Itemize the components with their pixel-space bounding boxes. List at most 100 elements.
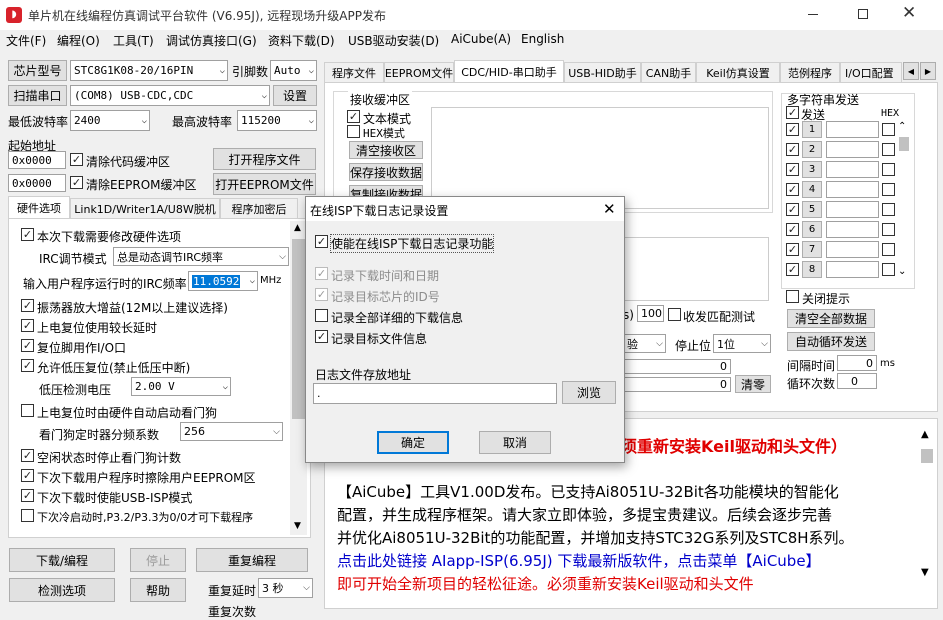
clear-code-checkbox[interactable]: ✓ xyxy=(70,153,83,166)
row-send-checkbox[interactable]: ✓ xyxy=(786,223,799,236)
row-hex-checkbox[interactable] xyxy=(882,163,895,176)
row-hex-checkbox[interactable] xyxy=(882,243,895,256)
interval-input[interactable]: 0 xyxy=(837,355,877,371)
eeprom-address-input[interactable]: 0x0000 xyxy=(8,174,66,192)
port-select[interactable]: (COM8) USB-CDC,CDC ⌵ xyxy=(70,85,270,106)
row-string-input[interactable] xyxy=(826,141,879,158)
record-detail-checkbox[interactable] xyxy=(315,309,328,322)
max-baud-select[interactable]: 115200 ⌵ xyxy=(237,110,317,131)
pins-select[interactable]: Auto ⌵ xyxy=(270,60,317,81)
ok-button[interactable]: 确定 xyxy=(377,431,449,454)
scroll-up-icon[interactable]: ⌃ xyxy=(898,121,906,132)
scroll-up-icon[interactable]: ▲ xyxy=(921,429,929,440)
row-string-input[interactable] xyxy=(826,241,879,258)
news-scrollbar[interactable]: ▲ ▼ xyxy=(917,419,937,608)
tab-io-config[interactable]: I/O口配置 xyxy=(840,62,902,82)
clear-count-button[interactable]: 清零 xyxy=(735,375,771,393)
scroll-up-icon[interactable]: ▲ xyxy=(294,223,301,233)
record-time-checkbox[interactable]: ✓ xyxy=(315,267,328,280)
tab-usb-hid[interactable]: USB-HID助手 xyxy=(564,62,641,82)
hex-mode-checkbox[interactable] xyxy=(347,125,360,138)
irc-mode-select[interactable]: 总是动态调节IRC频率 ⌵ xyxy=(113,247,289,266)
scroll-down-icon[interactable]: ⌄ xyxy=(898,266,906,277)
browse-button[interactable]: 浏览 xyxy=(562,381,616,404)
row-send-checkbox[interactable]: ✓ xyxy=(786,143,799,156)
clear-recv-button[interactable]: 清空接收区 xyxy=(349,141,423,159)
row-hex-checkbox[interactable] xyxy=(882,263,895,276)
chip-select[interactable]: STC8G1K08-20/16PIN ⌵ xyxy=(70,60,228,81)
opt-long-delay-checkbox[interactable]: ✓ xyxy=(21,319,34,332)
tab-program-file[interactable]: 程序文件 xyxy=(324,62,384,82)
row-send-checkbox[interactable]: ✓ xyxy=(786,243,799,256)
record-id-checkbox[interactable]: ✓ xyxy=(315,288,328,301)
close-tip-checkbox[interactable] xyxy=(786,290,799,303)
tab-keil-sim[interactable]: Keil仿真设置 xyxy=(696,62,780,82)
row-send-button[interactable]: 3 xyxy=(802,161,822,178)
log-path-input[interactable]: . xyxy=(313,383,557,404)
min-baud-select[interactable]: 2400 ⌵ xyxy=(70,110,150,131)
row-string-input[interactable] xyxy=(826,161,879,178)
tab-scroll-left-icon[interactable]: ◀ xyxy=(903,62,919,80)
row-hex-checkbox[interactable] xyxy=(882,123,895,136)
row-send-button[interactable]: 6 xyxy=(802,221,822,238)
chip-type-button[interactable]: 芯片型号 xyxy=(8,60,67,81)
check-options-button[interactable]: 检测选项 xyxy=(9,578,115,602)
menu-english[interactable]: English xyxy=(521,32,564,46)
scan-port-button[interactable]: 扫描串口 xyxy=(8,85,67,106)
row-string-input[interactable] xyxy=(826,221,879,238)
dialog-close-icon[interactable]: ✕ xyxy=(603,200,616,218)
row-hex-checkbox[interactable] xyxy=(882,223,895,236)
row-send-button[interactable]: 5 xyxy=(802,201,822,218)
minimize-icon[interactable] xyxy=(808,14,818,15)
row-hex-checkbox[interactable] xyxy=(882,203,895,216)
row-send-checkbox[interactable]: ✓ xyxy=(786,203,799,216)
menu-tools[interactable]: 工具(T) xyxy=(113,32,154,49)
row-hex-checkbox[interactable] xyxy=(882,183,895,196)
tab-examples[interactable]: 范例程序 xyxy=(780,62,840,82)
news-text-4[interactable]: 点击此处链接 AIapp-ISP(6.95J) 下载最新版软件，点击菜单【AiC… xyxy=(337,550,854,573)
close-icon[interactable]: ✕ xyxy=(902,3,916,23)
tab-scroll-right-icon[interactable]: ▶ xyxy=(920,62,936,80)
timeout-input[interactable]: 100 xyxy=(637,305,664,322)
auto-loop-button[interactable]: 自动循环发送 xyxy=(787,332,875,351)
verify-select[interactable]: 验 ⌵ xyxy=(623,334,666,353)
enable-log-checkbox[interactable]: ✓ xyxy=(315,235,328,248)
recv-textarea[interactable] xyxy=(431,107,769,209)
maximize-icon[interactable] xyxy=(858,9,868,19)
opt-erase-eeprom-checkbox[interactable]: ✓ xyxy=(21,469,34,482)
scrollbar-thumb[interactable] xyxy=(292,239,305,419)
row-send-checkbox[interactable]: ✓ xyxy=(786,163,799,176)
record-file-checkbox[interactable]: ✓ xyxy=(315,330,328,343)
open-program-button[interactable]: 打开程序文件 xyxy=(213,148,316,170)
row-send-checkbox[interactable]: ✓ xyxy=(786,263,799,276)
opt-lvr-checkbox[interactable]: ✓ xyxy=(21,359,34,372)
row-send-checkbox[interactable]: ✓ xyxy=(786,183,799,196)
send-col-checkbox[interactable]: ✓ xyxy=(786,106,799,119)
opt-usb-isp-checkbox[interactable]: ✓ xyxy=(21,489,34,502)
row-send-button[interactable]: 1 xyxy=(802,121,822,138)
stopbit-select[interactable]: 1位 ⌵ xyxy=(713,334,771,353)
row-string-input[interactable] xyxy=(826,201,879,218)
row-string-input[interactable] xyxy=(826,121,879,138)
scrollbar-thumb[interactable] xyxy=(899,137,909,151)
reprogram-button[interactable]: 重复编程 xyxy=(196,548,308,572)
tab-cdc-hid-serial[interactable]: CDC/HID-串口助手 xyxy=(454,60,564,82)
scroll-down-icon[interactable]: ▼ xyxy=(921,567,929,578)
cancel-button[interactable]: 取消 xyxy=(479,431,551,454)
clear-eeprom-checkbox[interactable]: ✓ xyxy=(70,176,83,189)
clear-all-button[interactable]: 清空全部数据 xyxy=(787,309,875,328)
text-mode-checkbox[interactable]: ✓ xyxy=(347,110,360,123)
row-send-button[interactable]: 8 xyxy=(802,261,822,278)
tab-encrypt[interactable]: 程序加密后 xyxy=(220,198,298,218)
tab-can[interactable]: CAN助手 xyxy=(641,62,696,82)
opt-osc-gain-checkbox[interactable]: ✓ xyxy=(21,299,34,312)
row-send-button[interactable]: 2 xyxy=(802,141,822,158)
tab-hardware-options[interactable]: 硬件选项 xyxy=(8,196,70,218)
menu-program[interactable]: 编程(O) xyxy=(57,32,100,49)
repeat-delay-select[interactable]: 3 秒 ⌵ xyxy=(258,578,313,598)
menu-usb-driver[interactable]: USB驱动安装(D) xyxy=(348,32,439,49)
loop-count-input[interactable]: 0 xyxy=(837,373,877,389)
irc-freq-select[interactable]: 11.0592 ⌵ xyxy=(188,271,258,291)
row-hex-checkbox[interactable] xyxy=(882,143,895,156)
tab-eeprom-file[interactable]: EEPROM文件 xyxy=(384,62,454,82)
